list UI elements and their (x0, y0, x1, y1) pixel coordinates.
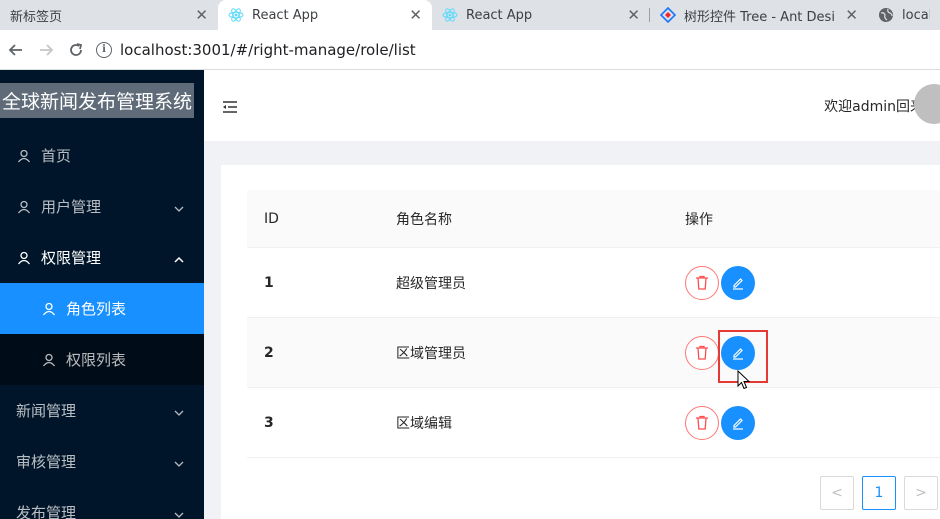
delete-icon (696, 415, 708, 430)
browser-tab-localhost[interactable]: localh (868, 0, 940, 30)
url-text: localhost:3001/#/right-manage/role/list (120, 40, 416, 59)
app-title: 全球新闻发布管理系统 (0, 82, 195, 118)
main-content: ID 角色名称 操作 1 超级管理员 2 区域管理员 3 区域编辑 < 1 > (221, 165, 940, 519)
delete-button[interactable] (685, 405, 719, 440)
globe-icon (878, 7, 894, 23)
user-icon (42, 353, 56, 367)
column-header-actions: 操作 (685, 211, 713, 228)
back-arrow-icon[interactable] (2, 36, 30, 64)
sidebar-item-label: 审核管理 (16, 453, 77, 471)
menu-fold-icon[interactable] (222, 99, 238, 113)
react-icon (228, 7, 244, 23)
cell-role-name: 区域管理员 (396, 345, 466, 362)
user-icon (42, 302, 56, 316)
browser-tab-bar: 新标签页 ✕ React App ✕ React App ✕ 树形控件 Tree… (0, 0, 940, 30)
sidebar-submenu: 角色列表 权限列表 (0, 283, 204, 385)
close-icon[interactable]: ✕ (195, 6, 208, 24)
delete-button[interactable] (685, 335, 719, 370)
cell-id: 3 (264, 414, 274, 431)
user-icon (17, 200, 31, 214)
edit-icon (733, 417, 743, 430)
cell-id: 1 (264, 274, 274, 291)
tab-title: 树形控件 Tree - Ant Desi (684, 9, 835, 25)
user-icon (17, 251, 31, 265)
cell-role-name: 超级管理员 (396, 275, 466, 292)
edit-icon (733, 277, 743, 290)
browser-tab-new[interactable]: 新标签页 ✕ (0, 0, 218, 30)
pagination: < 1 > (820, 476, 940, 510)
pagination-page-1[interactable]: 1 (862, 476, 896, 510)
role-table: ID 角色名称 操作 1 超级管理员 2 区域管理员 3 区域编辑 (247, 190, 940, 458)
close-icon[interactable]: ✕ (627, 6, 640, 24)
chevron-down-icon (174, 455, 184, 467)
forward-arrow-icon[interactable] (32, 36, 60, 64)
sidebar-item-label: 发布管理 (16, 504, 77, 519)
sidebar-item-news-management[interactable]: 新闻管理 (0, 385, 204, 436)
sidebar-item-home[interactable]: 首页 (0, 130, 204, 181)
avatar[interactable] (914, 84, 940, 124)
reload-icon[interactable] (62, 36, 90, 64)
top-header: 欢迎admin回来 (204, 70, 940, 141)
column-header-role-name: 角色名称 (396, 211, 452, 228)
pagination-next-button[interactable]: > (904, 476, 938, 510)
sidebar-item-permission-management[interactable]: 权限管理 (0, 232, 204, 283)
column-header-id: ID (264, 210, 279, 227)
cell-actions (668, 405, 940, 440)
info-icon[interactable]: i (96, 41, 112, 58)
pagination-prev-button[interactable]: < (820, 476, 854, 510)
user-icon (17, 149, 31, 163)
sidebar-item-label: 权限管理 (41, 249, 102, 267)
cell-role-name: 区域编辑 (396, 415, 452, 432)
sidebar-item-label: 角色列表 (66, 300, 127, 318)
sidebar-item-permission-list[interactable]: 权限列表 (0, 334, 204, 385)
welcome-text: 欢迎admin回来 (824, 99, 924, 115)
tab-title: React App (466, 7, 533, 23)
browser-tab-react-app[interactable]: React App ✕ (432, 0, 650, 30)
sidebar-item-user-management[interactable]: 用户管理 (0, 181, 204, 232)
chevron-down-icon (174, 200, 184, 212)
sidebar-item-label: 首页 (41, 147, 72, 165)
tab-title: 新标签页 (10, 9, 63, 25)
sidebar-item-label: 新闻管理 (16, 402, 77, 420)
sidebar: 全球新闻发布管理系统 首页 用户管理 权限管理 角色列表 权限列表 新闻管理 审… (0, 70, 204, 519)
tab-title: React App (252, 7, 319, 23)
react-icon (442, 7, 458, 23)
close-icon[interactable]: ✕ (409, 6, 422, 24)
edit-button[interactable] (721, 265, 755, 300)
app-logo: 全球新闻发布管理系统 (0, 70, 204, 130)
cell-id: 2 (264, 344, 274, 361)
sidebar-item-label: 权限列表 (66, 351, 127, 369)
table-row: 2 区域管理员 (247, 318, 940, 388)
delete-icon (696, 275, 708, 290)
table-row: 1 超级管理员 (247, 248, 940, 318)
sidebar-item-role-list[interactable]: 角色列表 (0, 283, 204, 334)
table-header: ID 角色名称 操作 (247, 190, 940, 248)
edit-button[interactable] (721, 405, 755, 440)
chevron-down-icon (174, 404, 184, 416)
url-field[interactable]: i localhost:3001/#/right-manage/role/lis… (96, 41, 416, 59)
chevron-down-icon (174, 506, 184, 518)
delete-button[interactable] (685, 265, 719, 300)
cell-actions (668, 265, 940, 300)
table-row: 3 区域编辑 (247, 388, 940, 458)
antd-icon (660, 7, 676, 23)
sidebar-item-audit-management[interactable]: 审核管理 (0, 436, 204, 487)
close-icon[interactable]: ✕ (845, 6, 858, 24)
sidebar-item-publish-management[interactable]: 发布管理 (0, 487, 204, 519)
tab-title: localh (902, 7, 930, 23)
sidebar-item-label: 用户管理 (41, 198, 102, 216)
browser-tab-antd-tree[interactable]: 树形控件 Tree - Ant Desi ✕ (650, 0, 868, 30)
browser-address-bar: i localhost:3001/#/right-manage/role/lis… (0, 30, 940, 70)
browser-tab-react-app-active[interactable]: React App ✕ (218, 0, 432, 30)
chevron-up-icon (174, 251, 184, 263)
delete-icon (696, 345, 708, 360)
cell-actions (668, 335, 940, 370)
mouse-cursor-icon (737, 370, 751, 390)
